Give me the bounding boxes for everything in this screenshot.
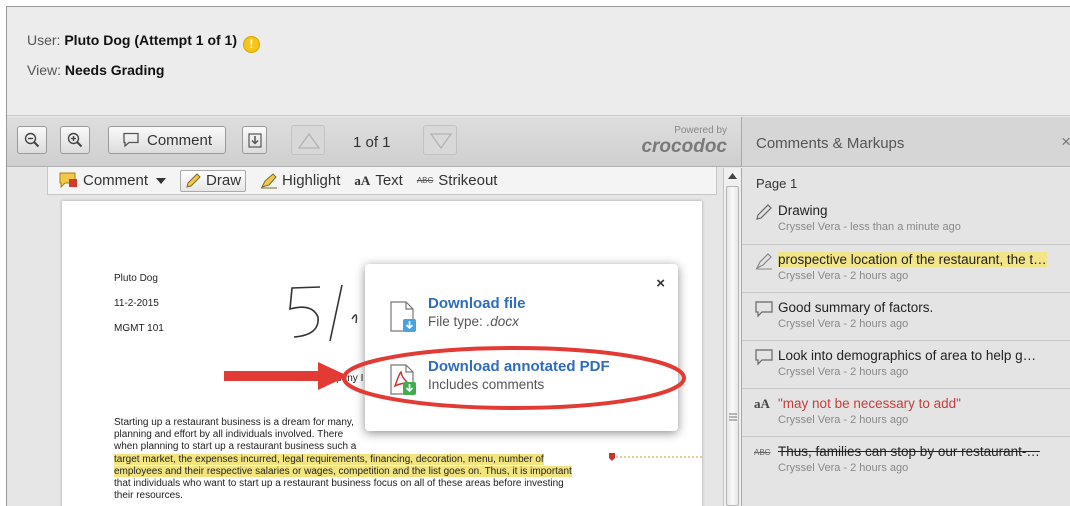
comment-mode-label: Comment bbox=[146, 131, 213, 149]
draw-tool-label: Draw bbox=[206, 172, 242, 189]
comment-tool-label: Comment bbox=[83, 172, 149, 189]
comment-meta: Cryssel Vera - 2 hours ago bbox=[778, 414, 909, 426]
comment-text: Look into demographics of area to help g… bbox=[778, 348, 1037, 363]
document-download-icon bbox=[390, 301, 416, 332]
comment-add-icon bbox=[59, 172, 77, 189]
prev-page-button[interactable] bbox=[291, 125, 325, 155]
comments-list: Page 1 Drawing Cryssel Vera - less than … bbox=[741, 168, 1070, 506]
highlighter-icon bbox=[261, 172, 278, 188]
download-icon bbox=[247, 132, 262, 148]
pdf-download-icon bbox=[390, 364, 416, 395]
zoom-out-button[interactable] bbox=[17, 126, 47, 154]
comment-mode-button[interactable]: Comment bbox=[108, 126, 226, 154]
triangle-up-icon bbox=[297, 132, 321, 149]
user-line: User: Pluto Dog (Attempt 1 of 1) ! bbox=[27, 32, 260, 53]
comment-text: "may not be necessary to add" bbox=[778, 396, 961, 411]
comment-meta: Cryssel Vera - less than a minute ago bbox=[778, 221, 961, 233]
download-file-title: Download file bbox=[428, 295, 526, 312]
pencil-icon bbox=[186, 172, 201, 188]
caret-down-icon[interactable] bbox=[156, 177, 167, 185]
comment-item-note[interactable]: Good summary of factors. Cryssel Vera - … bbox=[742, 292, 1070, 339]
crocodoc-logo: Powered by crocodoc bbox=[621, 125, 731, 157]
page-indicator: 1 of 1 bbox=[353, 134, 391, 151]
user-value: Pluto Dog (Attempt 1 of 1) bbox=[64, 32, 237, 48]
scrollbar-thumb[interactable] bbox=[726, 186, 739, 506]
comment-text: Drawing bbox=[778, 203, 828, 218]
brand-text: crocodoc bbox=[641, 136, 727, 157]
download-button[interactable] bbox=[242, 126, 267, 154]
view-label: View: bbox=[27, 62, 61, 78]
speech-bubble-icon bbox=[755, 349, 773, 366]
powered-by-text: Powered by bbox=[674, 125, 727, 136]
comment-marker-icon[interactable] bbox=[607, 453, 702, 463]
highlighter-outline-icon bbox=[755, 253, 772, 270]
doc-company-heading: Company I bbox=[315, 373, 364, 384]
doc-course: MGMT 101 bbox=[114, 323, 164, 334]
doc-date: 11-2-2015 bbox=[114, 298, 159, 309]
doc-line: their resources. bbox=[114, 490, 183, 502]
text-tool[interactable]: aA Text bbox=[354, 172, 402, 189]
text-tool-label: Text bbox=[375, 172, 403, 189]
strikeout-tool[interactable]: ABC Strikeout bbox=[417, 172, 498, 189]
strikeout-annotation-icon: ABC bbox=[754, 448, 771, 457]
comment-text: prospective location of the restaurant, … bbox=[778, 252, 1047, 267]
comment-item-highlight[interactable]: prospective location of the restaurant, … bbox=[742, 244, 1070, 291]
view-line: View: Needs Grading bbox=[27, 62, 164, 78]
close-panel-icon[interactable]: × bbox=[1061, 132, 1070, 152]
download-pdf-subtitle: Includes comments bbox=[428, 377, 545, 392]
speech-bubble-icon bbox=[755, 301, 773, 318]
text-tool-icon: aA bbox=[354, 172, 371, 188]
file-type-value: .docx bbox=[486, 314, 519, 329]
user-label: User: bbox=[27, 32, 61, 48]
warning-icon[interactable]: ! bbox=[242, 36, 260, 53]
close-popup-icon[interactable]: × bbox=[656, 275, 665, 292]
comment-item-text[interactable]: aA "may not be necessary to add" Cryssel… bbox=[742, 388, 1070, 435]
download-popup: × Download file File type: .docx Downloa… bbox=[365, 264, 678, 431]
comment-item-drawing[interactable]: Drawing Cryssel Vera - less than a minut… bbox=[742, 196, 1070, 243]
text-annotation-icon: aA bbox=[754, 396, 770, 411]
comment-item-note[interactable]: Look into demographics of area to help g… bbox=[742, 340, 1070, 387]
pencil-outline-icon bbox=[756, 204, 772, 220]
view-value: Needs Grading bbox=[64, 62, 165, 78]
download-file-subtitle: File type: .docx bbox=[428, 314, 519, 329]
download-annotated-pdf-option[interactable]: Download annotated PDF Includes comments bbox=[389, 358, 659, 400]
strikeout-tool-label: Strikeout bbox=[438, 172, 498, 189]
comments-page-label: Page 1 bbox=[756, 176, 798, 191]
grip-icon bbox=[729, 413, 737, 421]
doc-author: Pluto Dog bbox=[114, 273, 158, 284]
download-file-option[interactable]: Download file File type: .docx bbox=[389, 295, 659, 337]
highlight-tool[interactable]: Highlight bbox=[260, 172, 340, 189]
viewer-toolbar: Comment 1 of 1 Powered by crocodoc bbox=[7, 117, 741, 167]
highlighted-line[interactable]: employees and their respective salaries … bbox=[114, 465, 572, 477]
comment-meta: Cryssel Vera - 2 hours ago bbox=[778, 366, 909, 378]
zoom-out-icon bbox=[24, 132, 40, 148]
doc-line: when planning to start up a restaurant b… bbox=[114, 441, 357, 453]
strikeout-icon: ABC bbox=[416, 176, 434, 185]
scroll-up-arrow-icon[interactable] bbox=[728, 173, 737, 180]
draw-tool-button[interactable]: Draw bbox=[180, 169, 247, 192]
app-frame: User: Pluto Dog (Attempt 1 of 1) ! View:… bbox=[6, 6, 1070, 506]
comment-item-strikeout[interactable]: ABC Thus, families can stop by our resta… bbox=[742, 436, 1070, 483]
comments-panel-header: Comments & Markups × bbox=[741, 117, 1070, 167]
next-page-button[interactable] bbox=[423, 125, 457, 155]
zoom-in-icon bbox=[67, 132, 83, 148]
highlighted-line[interactable]: target market, the expenses incurred, le… bbox=[114, 453, 544, 465]
highlight-tool-label: Highlight bbox=[282, 172, 341, 189]
comment-meta: Cryssel Vera - 2 hours ago bbox=[778, 318, 909, 330]
comment-meta: Cryssel Vera - 2 hours ago bbox=[778, 462, 909, 474]
annotation-toolbar: Comment Draw Highlight aA Text ABC Strik… bbox=[47, 167, 717, 195]
comments-panel-title: Comments & Markups bbox=[756, 135, 905, 152]
doc-line: that individuals who want to start up a … bbox=[114, 477, 564, 489]
speech-bubble-icon bbox=[123, 132, 139, 148]
comment-text: Thus, families can stop by our restauran… bbox=[778, 444, 1040, 459]
document-scrollbar[interactable] bbox=[723, 168, 741, 506]
doc-line: planning and effort by all individuals i… bbox=[114, 429, 344, 441]
triangle-down-icon bbox=[429, 133, 453, 150]
download-pdf-title: Download annotated PDF bbox=[428, 358, 610, 375]
comment-meta: Cryssel Vera - 2 hours ago bbox=[778, 270, 909, 282]
submission-header: User: Pluto Dog (Attempt 1 of 1) ! View:… bbox=[7, 7, 1070, 116]
add-comment-tool[interactable]: Comment bbox=[59, 172, 167, 189]
zoom-in-button[interactable] bbox=[60, 126, 90, 154]
comment-text: Good summary of factors. bbox=[778, 300, 934, 315]
